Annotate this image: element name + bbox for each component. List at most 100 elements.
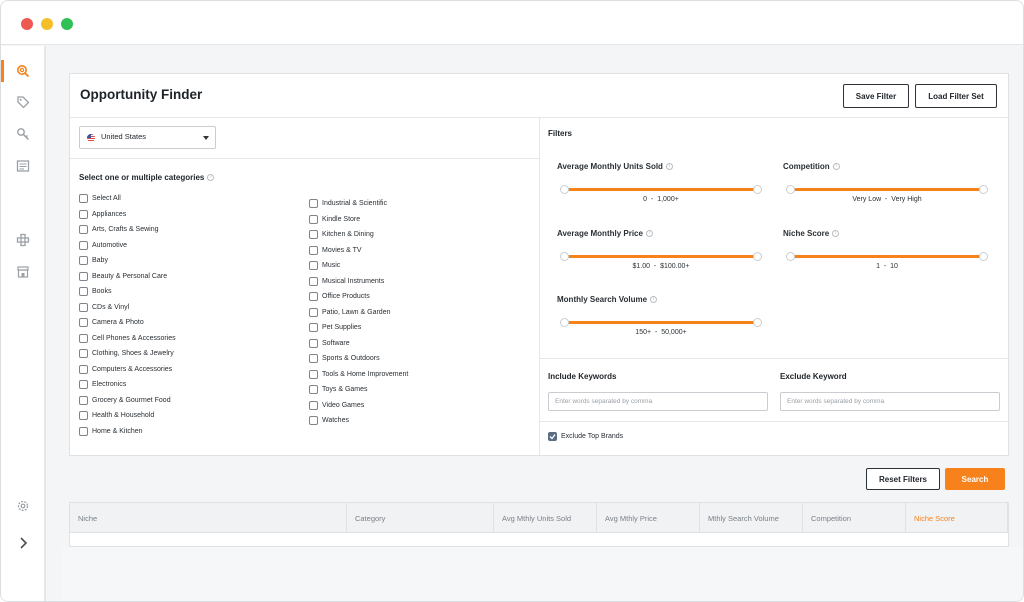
category-checkbox[interactable] — [79, 209, 88, 219]
category-checkbox[interactable] — [309, 292, 318, 301]
category-option[interactable]: Automotive — [79, 240, 127, 251]
slider-max-handle[interactable] — [979, 252, 988, 261]
category-checkbox[interactable] — [309, 199, 318, 208]
category-option[interactable]: Appliances — [79, 209, 126, 220]
book-icon[interactable] — [12, 155, 34, 177]
slider-max-handle[interactable] — [753, 185, 762, 194]
maximize-window-button[interactable] — [61, 18, 73, 30]
search-button[interactable]: Search — [945, 468, 1005, 490]
price-slider[interactable] — [560, 252, 762, 261]
category-option[interactable]: Baby — [79, 255, 108, 266]
category-checkbox[interactable] — [79, 318, 88, 327]
column-competition[interactable]: Competition — [803, 503, 906, 533]
slider-max-handle[interactable] — [753, 318, 762, 327]
slider-min-handle[interactable] — [560, 185, 569, 194]
category-option[interactable]: Arts, Crafts & Sewing — [79, 224, 159, 235]
category-checkbox[interactable] — [309, 276, 318, 286]
category-checkbox[interactable] — [79, 302, 88, 312]
category-option[interactable]: Kitchen & Dining — [309, 229, 374, 240]
category-option[interactable]: Books — [79, 286, 111, 297]
category-option[interactable]: Kindle Store — [309, 214, 360, 225]
niche-score-slider[interactable] — [786, 252, 988, 261]
category-checkbox[interactable] — [309, 230, 318, 239]
category-option[interactable]: Computers & Accessories — [79, 364, 172, 375]
category-checkbox[interactable] — [309, 416, 318, 425]
category-checkbox[interactable] — [309, 385, 318, 394]
slider-min-handle[interactable] — [560, 252, 569, 261]
category-option[interactable]: Select All — [79, 193, 121, 204]
category-option[interactable]: Music — [309, 260, 340, 271]
category-option[interactable]: Beauty & Personal Care — [79, 271, 167, 282]
category-option[interactable]: Health & Household — [79, 410, 154, 421]
category-option[interactable]: Musical Instruments — [309, 276, 384, 287]
category-option[interactable]: Cell Phones & Accessories — [79, 333, 176, 344]
slider-max-handle[interactable] — [979, 185, 988, 194]
category-checkbox[interactable] — [309, 354, 318, 363]
category-checkbox[interactable] — [79, 411, 88, 420]
category-option[interactable]: Software — [309, 338, 350, 349]
include-keywords-input[interactable] — [548, 392, 768, 411]
category-option[interactable]: Home & Kitchen — [79, 426, 143, 437]
category-option[interactable]: Pet Supplies — [309, 322, 361, 333]
category-checkbox[interactable] — [79, 225, 88, 234]
category-checkbox[interactable] — [309, 261, 318, 270]
chevron-right-icon[interactable] — [12, 532, 34, 554]
category-checkbox[interactable] — [79, 349, 88, 358]
category-option[interactable]: Patio, Lawn & Garden — [309, 307, 391, 318]
save-filter-button[interactable]: Save Filter — [843, 84, 909, 108]
column-search-volume[interactable]: Mthly Search Volume — [700, 503, 803, 533]
settings-icon[interactable] — [12, 495, 34, 517]
reset-filters-button[interactable]: Reset Filters — [866, 468, 940, 490]
search-icon[interactable] — [12, 60, 34, 82]
close-window-button[interactable] — [21, 18, 33, 30]
category-checkbox[interactable] — [79, 333, 88, 343]
category-option[interactable]: Industrial & Scientific — [309, 198, 387, 209]
category-checkbox[interactable] — [309, 400, 318, 410]
category-checkbox[interactable] — [79, 194, 88, 203]
category-checkbox[interactable] — [309, 245, 318, 255]
category-option[interactable]: Watches — [309, 415, 349, 426]
category-option[interactable]: Clothing, Shoes & Jewelry — [79, 348, 174, 359]
exclude-top-brands-row[interactable]: Exclude Top Brands — [548, 432, 623, 441]
tag-icon[interactable] — [12, 91, 34, 113]
category-option[interactable]: CDs & Vinyl — [79, 302, 129, 313]
exclude-keyword-input[interactable] — [780, 392, 1000, 411]
category-checkbox[interactable] — [79, 287, 88, 296]
category-checkbox[interactable] — [309, 323, 318, 332]
category-checkbox[interactable] — [309, 338, 318, 348]
category-option[interactable]: Grocery & Gourmet Food — [79, 395, 171, 406]
competition-slider[interactable] — [786, 185, 988, 194]
column-niche[interactable]: Niche — [70, 503, 347, 533]
category-checkbox[interactable] — [79, 271, 88, 281]
category-checkbox[interactable] — [79, 426, 88, 436]
minimize-window-button[interactable] — [41, 18, 53, 30]
category-checkbox[interactable] — [79, 380, 88, 389]
category-checkbox[interactable] — [79, 395, 88, 405]
key-icon[interactable] — [12, 123, 34, 145]
column-avg-price[interactable]: Avg Mthly Price — [597, 503, 700, 533]
category-option[interactable]: Electronics — [79, 379, 126, 390]
column-avg-units-sold[interactable]: Avg Mthly Units Sold — [494, 503, 597, 533]
exclude-top-brands-checkbox[interactable] — [548, 432, 557, 441]
column-category[interactable]: Category — [347, 503, 494, 533]
column-niche-score[interactable]: Niche Score — [906, 503, 1008, 533]
crosshair-icon[interactable] — [12, 229, 34, 251]
category-option[interactable]: Camera & Photo — [79, 317, 144, 328]
category-checkbox[interactable] — [79, 240, 88, 250]
slider-min-handle[interactable] — [560, 318, 569, 327]
load-filter-set-button[interactable]: Load Filter Set — [915, 84, 997, 108]
category-option[interactable]: Video Games — [309, 400, 364, 411]
slider-min-handle[interactable] — [786, 185, 795, 194]
category-option[interactable]: Tools & Home Improvement — [309, 369, 408, 380]
category-checkbox[interactable] — [309, 369, 318, 379]
category-option[interactable]: Movies & TV — [309, 245, 362, 256]
slider-max-handle[interactable] — [753, 252, 762, 261]
category-option[interactable]: Office Products — [309, 291, 370, 302]
units-sold-slider[interactable] — [560, 185, 762, 194]
category-checkbox[interactable] — [309, 307, 318, 317]
category-option[interactable]: Toys & Games — [309, 384, 368, 395]
category-option[interactable]: Sports & Outdoors — [309, 353, 380, 364]
slider-min-handle[interactable] — [786, 252, 795, 261]
country-select[interactable]: United States — [79, 126, 216, 149]
category-checkbox[interactable] — [309, 214, 318, 224]
